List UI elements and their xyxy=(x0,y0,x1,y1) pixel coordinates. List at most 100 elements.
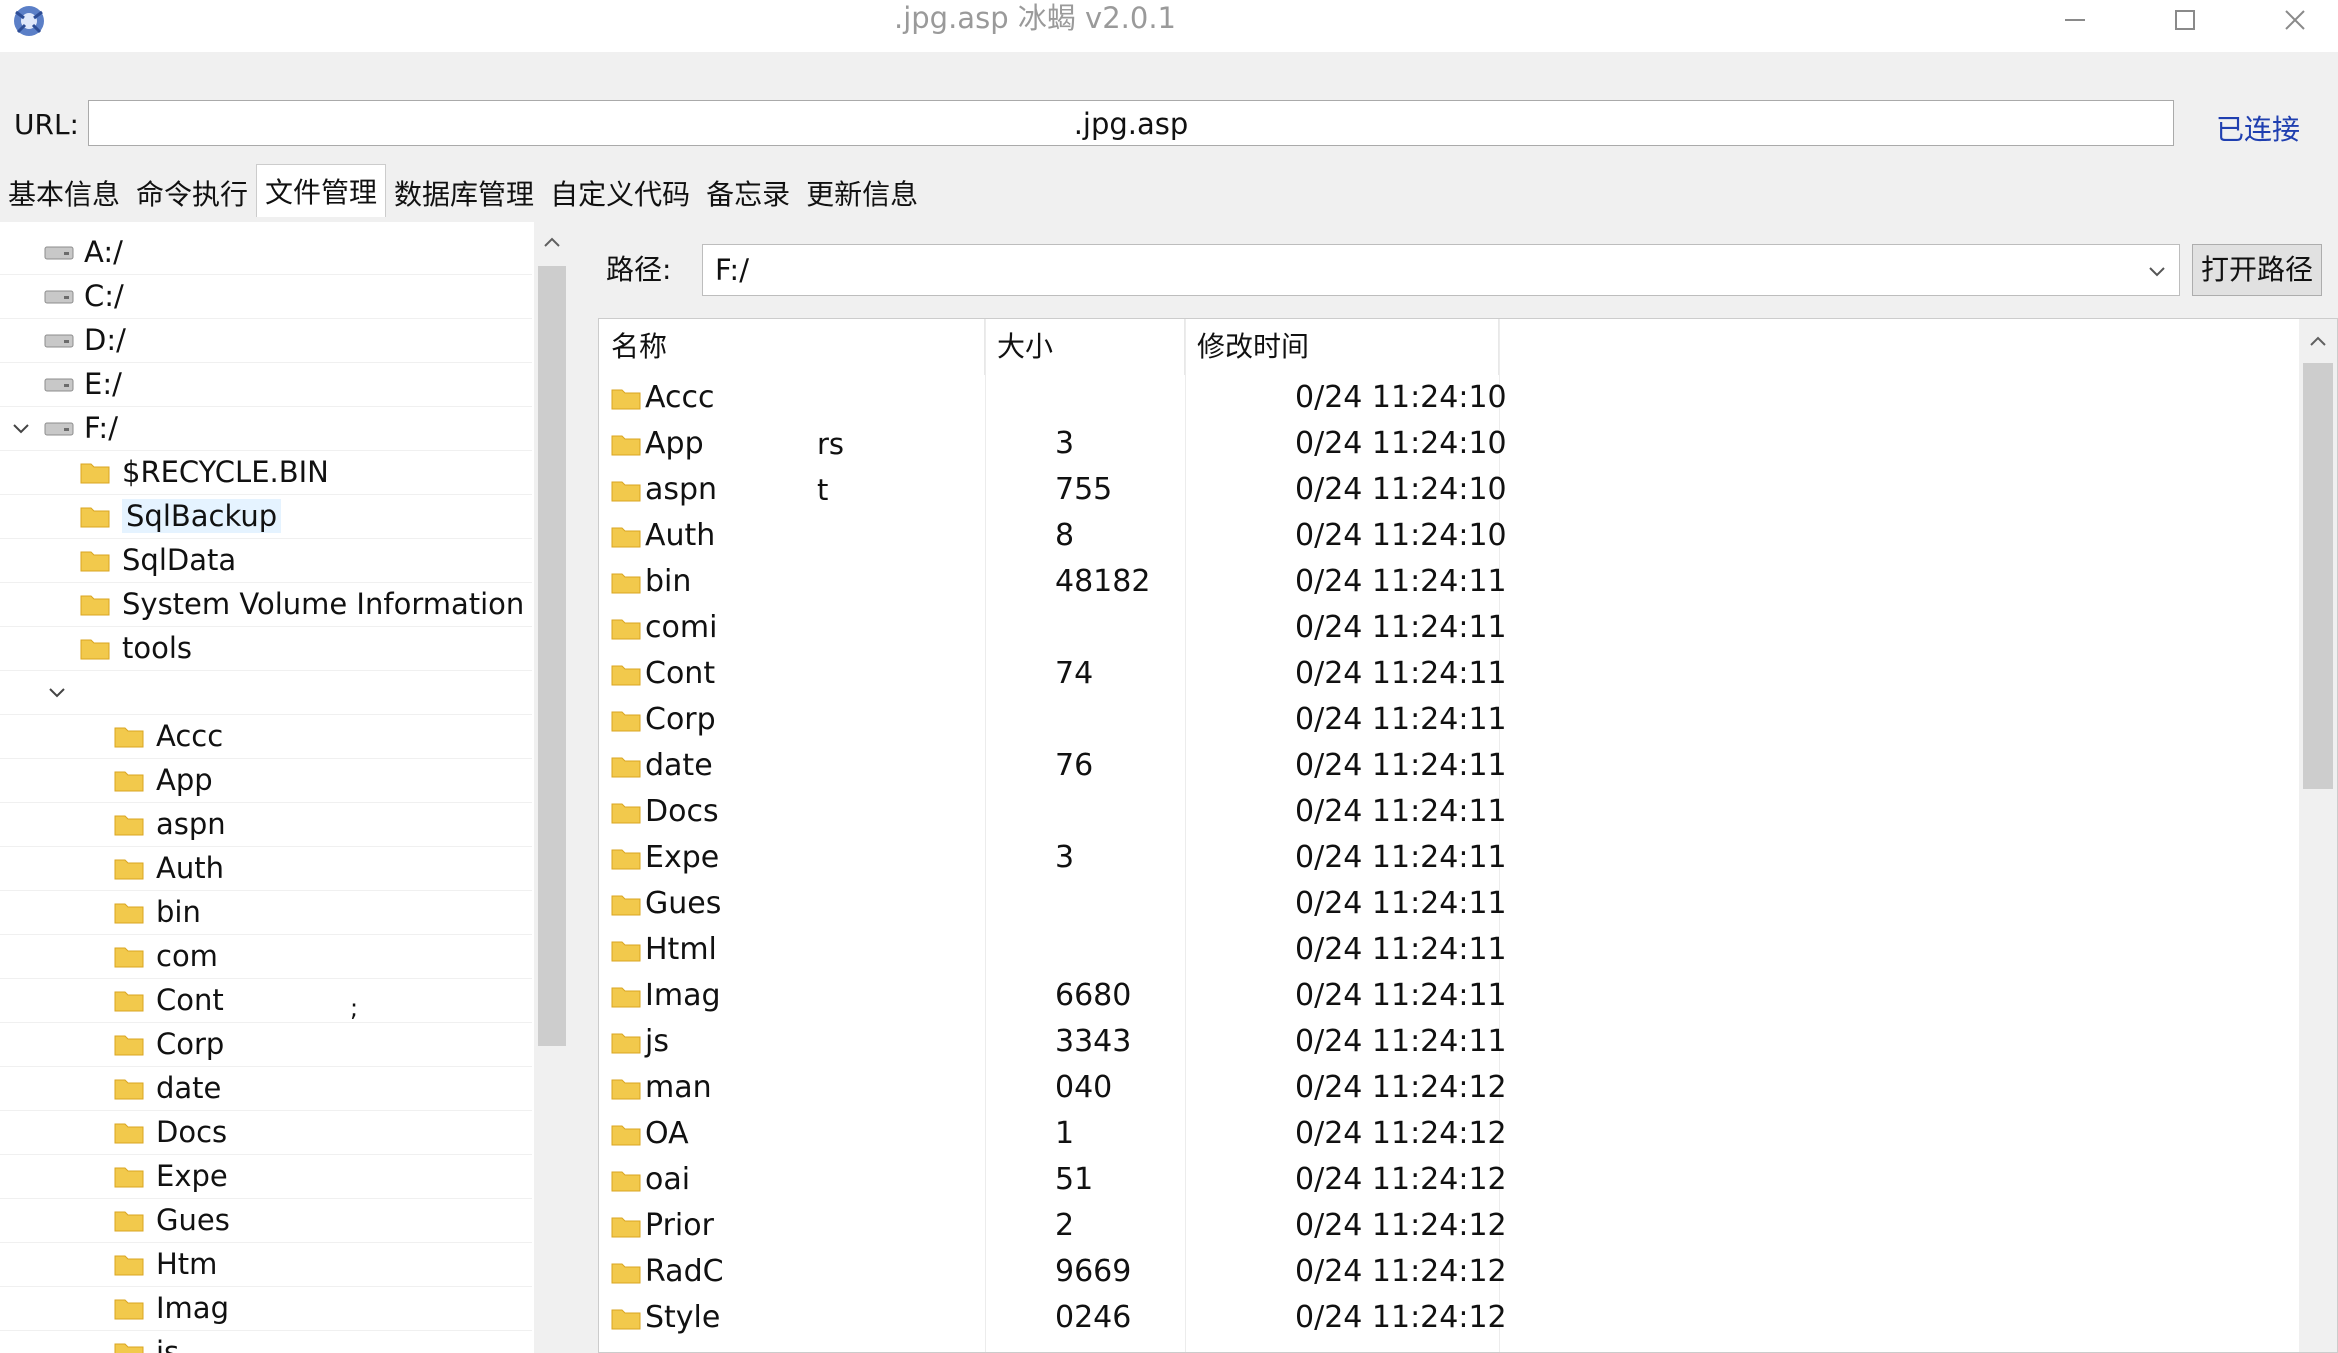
tab-file-manager[interactable]: 文件管理 xyxy=(256,164,387,217)
tree-subfolder[interactable]: date xyxy=(0,1066,532,1111)
file-name: Docs xyxy=(645,794,719,829)
file-row[interactable]: oai 51 0/24 11:24:12 xyxy=(599,1157,2299,1203)
file-name-fragment xyxy=(817,1111,897,1157)
file-size: 9669 xyxy=(1055,1254,1132,1289)
tab-database-manager[interactable]: 数据库管理 xyxy=(386,170,543,220)
folder-icon xyxy=(611,757,641,778)
file-name-fragment xyxy=(817,513,897,559)
tree-scrollbar[interactable] xyxy=(534,222,570,1353)
list-scrollbar[interactable] xyxy=(2299,319,2337,1352)
tree-subfolder[interactable]: bin xyxy=(0,890,532,935)
tree-folder[interactable]: $RECYCLE.BIN xyxy=(0,450,532,495)
maximize-button[interactable] xyxy=(2140,0,2230,40)
tree-drive-c[interactable]: C:/ xyxy=(0,274,532,319)
file-name: oai xyxy=(645,1162,691,1197)
file-row[interactable]: comi 0/24 11:24:11 xyxy=(599,605,2299,651)
tree-subfolder[interactable]: Accc xyxy=(0,714,532,759)
minimize-button[interactable] xyxy=(2030,0,2120,40)
tree-subfolder[interactable]: Corp xyxy=(0,1022,532,1067)
tree-subfolder[interactable]: js xyxy=(0,1330,532,1353)
file-row[interactable]: man 040 0/24 11:24:12 xyxy=(599,1065,2299,1111)
list-scroll-thumb[interactable] xyxy=(2303,363,2333,789)
panel-splitter[interactable] xyxy=(570,222,578,1353)
file-row[interactable]: Cont 74 0/24 11:24:11 xyxy=(599,651,2299,697)
file-mtime: 0/24 11:24:12 xyxy=(1295,1116,1507,1151)
tree-folder[interactable]: tools xyxy=(0,626,532,671)
file-row[interactable]: OA 1 0/24 11:24:12 xyxy=(599,1111,2299,1157)
tab-memo[interactable]: 备忘录 xyxy=(698,170,799,220)
file-name: Gues xyxy=(645,886,722,921)
folder-icon xyxy=(611,481,641,502)
close-button[interactable] xyxy=(2250,0,2338,40)
tree-label: E:/ xyxy=(84,367,122,401)
tab-basic-info[interactable]: 基本信息 xyxy=(0,170,129,220)
file-row[interactable]: Gues 0/24 11:24:11 xyxy=(599,881,2299,927)
column-size-header[interactable]: 大小 xyxy=(985,319,1185,375)
tree-drive-f[interactable]: F:/ xyxy=(0,406,532,451)
tree-subfolder[interactable]: Auth xyxy=(0,846,532,891)
file-row[interactable]: Html 0/24 11:24:11 xyxy=(599,927,2299,973)
tree-subfolder[interactable]: Imag xyxy=(0,1286,532,1331)
file-row[interactable]: Imag 6680 0/24 11:24:11 xyxy=(599,973,2299,1019)
file-row[interactable]: date 76 0/24 11:24:11 xyxy=(599,743,2299,789)
tab-command-exec[interactable]: 命令执行 xyxy=(128,170,257,220)
tree-subfolder[interactable]: App xyxy=(0,758,532,803)
tree-scroll-thumb[interactable] xyxy=(538,266,566,1046)
file-row[interactable]: Docs 0/24 11:24:11 xyxy=(599,789,2299,835)
tree-drive-a[interactable]: A:/ xyxy=(0,230,532,275)
tree-folder[interactable]: SqlData xyxy=(0,538,532,583)
open-path-button[interactable]: 打开路径 xyxy=(2192,244,2322,296)
scroll-up-icon[interactable] xyxy=(540,230,564,254)
file-row[interactable]: aspn t 755 0/24 11:24:10 xyxy=(599,467,2299,513)
chevron-down-icon[interactable] xyxy=(10,417,32,439)
file-row[interactable]: Expe 3 0/24 11:24:11 xyxy=(599,835,2299,881)
folder-icon xyxy=(611,1079,641,1100)
file-row[interactable]: js 3343 0/24 11:24:11 xyxy=(599,1019,2299,1065)
tree-drive-e[interactable]: E:/ xyxy=(0,362,532,407)
file-name: Imag xyxy=(645,978,721,1013)
path-input[interactable]: F:/ xyxy=(702,244,2180,296)
file-row[interactable]: RadC 9669 0/24 11:24:12 xyxy=(599,1249,2299,1295)
column-name-header[interactable]: 名称 xyxy=(599,319,985,375)
folder-icon xyxy=(611,1171,641,1192)
tree-subfolder[interactable]: Cont xyxy=(0,978,532,1023)
file-mtime: 0/24 11:24:12 xyxy=(1295,1300,1507,1335)
folder-icon xyxy=(80,551,110,572)
file-row[interactable]: Style 0246 0/24 11:24:12 xyxy=(599,1295,2299,1341)
chevron-down-icon[interactable] xyxy=(2145,259,2169,283)
scroll-up-icon[interactable] xyxy=(2306,329,2330,353)
file-list[interactable]: 名称 大小 修改时间 Accc 0/24 11:24:10 App rs 3 0/24 1… xyxy=(598,318,2338,1353)
file-size: 76 xyxy=(1055,748,1094,783)
tree-subfolder[interactable]: aspn xyxy=(0,802,532,847)
tree-subfolder[interactable]: Htm xyxy=(0,1242,532,1287)
tree-subfolder[interactable]: Docs xyxy=(0,1110,532,1155)
tab-update-info[interactable]: 更新信息 xyxy=(798,170,927,220)
url-input[interactable]: .jpg.asp xyxy=(88,100,2174,146)
tree-subfolder[interactable]: Gues xyxy=(0,1198,532,1243)
file-mtime: 0/24 11:24:10 xyxy=(1295,518,1507,553)
file-row[interactable]: Corp 0/24 11:24:11 xyxy=(599,697,2299,743)
file-name-cell: man xyxy=(611,1065,981,1111)
file-row[interactable]: bin 48182 0/24 11:24:11 xyxy=(599,559,2299,605)
tree-subfolder[interactable]: com xyxy=(0,934,532,979)
directory-tree[interactable]: A:/ C:/ D:/ E:/ F:/ $RECYCLE.BIN SqlBack… xyxy=(0,222,570,1353)
tree-drive-d[interactable]: D:/ xyxy=(0,318,532,363)
file-mtime: 0/24 11:24:12 xyxy=(1295,1208,1507,1243)
tab-custom-code[interactable]: 自定义代码 xyxy=(542,170,699,220)
column-mtime-header[interactable]: 修改时间 xyxy=(1185,319,1499,375)
tree-folder-selected[interactable]: SqlBackup xyxy=(0,494,532,539)
tree-folder[interactable]: System Volume Information xyxy=(0,582,532,627)
file-row[interactable]: App rs 3 0/24 11:24:10 xyxy=(599,421,2299,467)
folder-icon xyxy=(114,1299,144,1320)
tree-subfolder[interactable]: Expe xyxy=(0,1154,532,1199)
file-row[interactable]: Prior 2 0/24 11:24:12 xyxy=(599,1203,2299,1249)
file-mtime: 0/24 11:24:11 xyxy=(1295,978,1507,1013)
chevron-down-icon[interactable] xyxy=(46,681,68,703)
file-name: Prior xyxy=(645,1208,714,1243)
tree-label: F:/ xyxy=(84,411,118,445)
tree-folder-expanded[interactable] xyxy=(0,670,532,715)
file-row[interactable]: Accc 0/24 11:24:10 xyxy=(599,375,2299,421)
file-name-cell: Auth xyxy=(611,513,981,559)
tree-label: A:/ xyxy=(84,235,123,269)
file-row[interactable]: Auth 8 0/24 11:24:10 xyxy=(599,513,2299,559)
